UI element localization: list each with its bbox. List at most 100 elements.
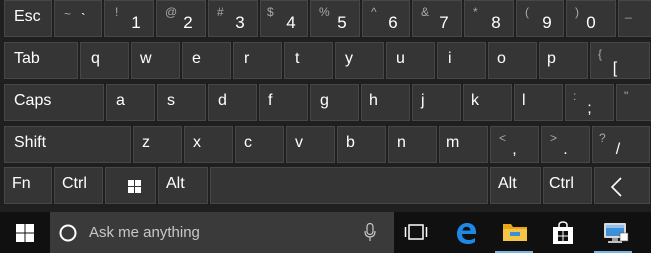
key-1[interactable]: ! 1 bbox=[104, 0, 154, 37]
key-period[interactable]: > . bbox=[541, 126, 590, 163]
key-esc[interactable]: Esc bbox=[4, 0, 52, 37]
key-f-label: f bbox=[268, 92, 273, 109]
file-explorer-icon bbox=[503, 224, 527, 241]
key-e-label: e bbox=[192, 50, 201, 67]
key-s[interactable]: s bbox=[157, 84, 206, 121]
taskbar: Ask me anything bbox=[0, 212, 651, 253]
key-h[interactable]: h bbox=[361, 84, 410, 121]
key-slash[interactable]: ? / bbox=[592, 126, 650, 163]
key-6-label: 6 bbox=[388, 13, 398, 32]
key-9[interactable]: ( 9 bbox=[516, 0, 564, 37]
key-y[interactable]: y bbox=[335, 42, 384, 79]
key-r[interactable]: r bbox=[233, 42, 282, 79]
task-view-button[interactable] bbox=[393, 212, 439, 253]
key-k[interactable]: k bbox=[463, 84, 512, 121]
key-space[interactable] bbox=[210, 167, 488, 204]
key-h-label: h bbox=[369, 92, 378, 109]
cortana-search-box[interactable]: Ask me anything bbox=[50, 212, 394, 253]
key-g[interactable]: g bbox=[310, 84, 359, 121]
key-o[interactable]: o bbox=[488, 42, 537, 79]
key-m[interactable]: m bbox=[439, 126, 488, 163]
key-v[interactable]: v bbox=[286, 126, 335, 163]
key-u[interactable]: u bbox=[386, 42, 435, 79]
key-fn[interactable]: Fn bbox=[4, 167, 52, 204]
key-quote[interactable]: " bbox=[616, 84, 651, 121]
search-placeholder: Ask me anything bbox=[89, 224, 200, 241]
key-d[interactable]: d bbox=[208, 84, 257, 121]
key-n[interactable]: n bbox=[388, 126, 437, 163]
key-f[interactable]: f bbox=[259, 84, 308, 121]
edge-browser-button[interactable] bbox=[443, 212, 489, 253]
key-q[interactable]: q bbox=[80, 42, 129, 79]
key-v-label: v bbox=[295, 134, 303, 151]
key-fn-label: Fn bbox=[12, 175, 31, 192]
key-5-label: 5 bbox=[337, 13, 347, 32]
keyboard-row-modifiers: Fn Ctrl Alt Alt Ctrl bbox=[0, 167, 651, 205]
key-7[interactable]: & 7 bbox=[412, 0, 462, 37]
key-bracket-label: [ bbox=[612, 60, 618, 77]
store-icon bbox=[553, 221, 573, 244]
key-a-label: a bbox=[116, 92, 125, 109]
key-comma[interactable]: < , bbox=[490, 126, 539, 163]
remote-desktop-button[interactable] bbox=[590, 212, 636, 253]
key-semicolon[interactable]: : ; bbox=[565, 84, 614, 121]
windows-logo-icon bbox=[128, 180, 141, 193]
key-b[interactable]: b bbox=[337, 126, 386, 163]
key-1-shift: ! bbox=[115, 5, 119, 19]
key-s-label: s bbox=[167, 92, 175, 109]
key-g-label: g bbox=[320, 92, 329, 109]
key-left-arrow[interactable] bbox=[594, 167, 650, 204]
keyboard-row-home: Caps a s d f g h j k l : ; " bbox=[0, 84, 651, 122]
key-8[interactable]: * 8 bbox=[464, 0, 514, 37]
key-x[interactable]: x bbox=[184, 126, 233, 163]
key-8-shift: * bbox=[473, 5, 478, 19]
touch-keyboard: Esc ~ ` ! 1 @ 2 # 3 $ 4 % 5 ^ 6 & 7 * 8 … bbox=[0, 0, 651, 208]
key-tab[interactable]: Tab bbox=[4, 42, 78, 79]
chevron-left-icon bbox=[610, 177, 622, 197]
key-6[interactable]: ^ 6 bbox=[362, 0, 410, 37]
key-i[interactable]: i bbox=[437, 42, 486, 79]
key-a[interactable]: a bbox=[106, 84, 155, 121]
key-t[interactable]: t bbox=[284, 42, 333, 79]
key-tilde-shift: ~ bbox=[64, 7, 72, 21]
key-tilde[interactable]: ~ ` bbox=[54, 0, 102, 37]
key-alt-right[interactable]: Alt bbox=[490, 167, 541, 204]
key-z[interactable]: z bbox=[133, 126, 182, 163]
key-3[interactable]: # 3 bbox=[208, 0, 258, 37]
key-windows[interactable] bbox=[105, 167, 156, 204]
key-2[interactable]: @ 2 bbox=[156, 0, 206, 37]
key-9-label: 9 bbox=[542, 13, 552, 32]
key-j[interactable]: j bbox=[412, 84, 461, 121]
key-minus[interactable]: _ bbox=[618, 0, 651, 37]
key-slash-label: / bbox=[615, 141, 621, 158]
microphone-icon[interactable] bbox=[364, 223, 376, 242]
store-button[interactable] bbox=[540, 212, 586, 253]
key-l[interactable]: l bbox=[514, 84, 563, 121]
key-1-label: 1 bbox=[131, 13, 141, 32]
key-8-label: 8 bbox=[491, 13, 501, 32]
key-alt-left[interactable]: Alt bbox=[158, 167, 208, 204]
key-c[interactable]: c bbox=[235, 126, 284, 163]
key-bracket[interactable]: { [ bbox=[590, 42, 650, 79]
key-5[interactable]: % 5 bbox=[310, 0, 360, 37]
key-n-label: n bbox=[397, 134, 406, 151]
start-button[interactable] bbox=[0, 212, 50, 253]
cortana-circle-icon bbox=[59, 224, 77, 242]
key-9-shift: ( bbox=[525, 5, 529, 19]
key-c-label: c bbox=[244, 134, 252, 151]
key-0[interactable]: ) 0 bbox=[566, 0, 616, 37]
key-comma-label: , bbox=[512, 141, 517, 158]
key-shift[interactable]: Shift bbox=[4, 126, 131, 163]
key-w[interactable]: w bbox=[131, 42, 180, 79]
key-caps[interactable]: Caps bbox=[4, 84, 104, 121]
key-y-label: y bbox=[345, 50, 353, 67]
key-7-label: 7 bbox=[439, 13, 449, 32]
key-3-label: 3 bbox=[235, 13, 245, 32]
remote-desktop-icon bbox=[604, 223, 629, 243]
key-4-shift: $ bbox=[267, 5, 274, 19]
file-explorer-button[interactable] bbox=[491, 212, 537, 253]
key-e[interactable]: e bbox=[182, 42, 231, 79]
key-ctrl-left[interactable]: Ctrl bbox=[54, 167, 103, 204]
key-4[interactable]: $ 4 bbox=[260, 0, 308, 37]
key-ctrl-right[interactable]: Ctrl bbox=[543, 167, 592, 204]
